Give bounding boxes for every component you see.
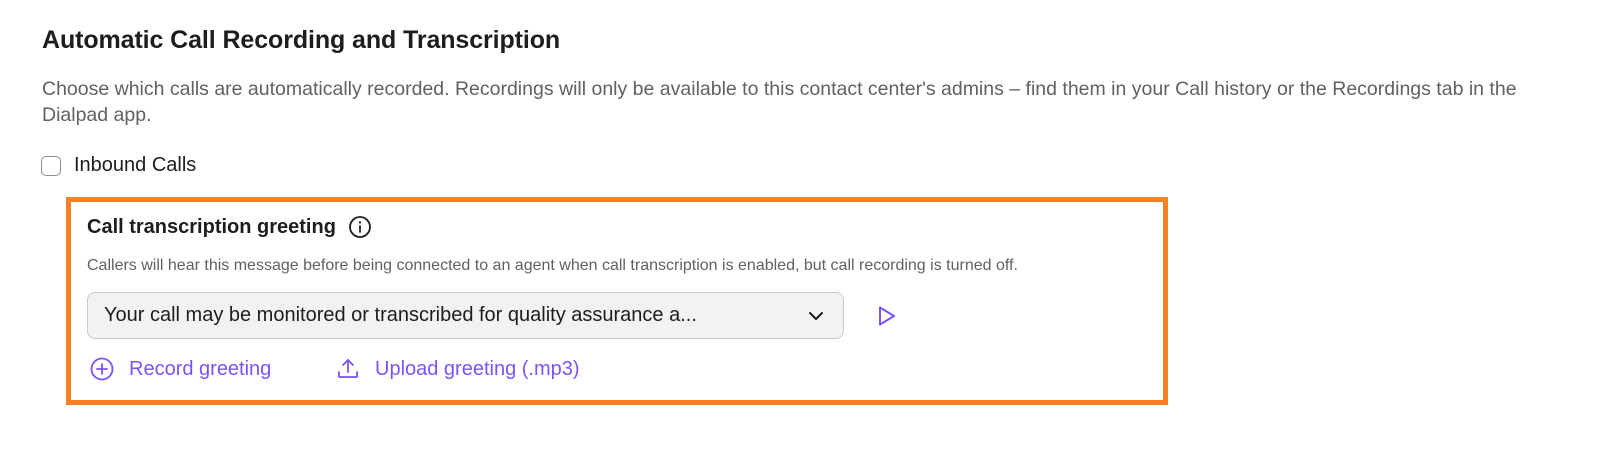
play-greeting-button[interactable] [872, 302, 900, 330]
upload-greeting-button[interactable]: Upload greeting (.mp3) [335, 356, 580, 382]
plus-circle-icon [89, 356, 115, 382]
record-greeting-button[interactable]: Record greeting [89, 356, 271, 382]
upload-greeting-label[interactable]: Upload greeting (.mp3) [375, 358, 580, 381]
greeting-select-value: Your call may be monitored or transcribe… [104, 304, 697, 326]
greeting-select[interactable]: Your call may be monitored or transcribe… [87, 292, 844, 339]
greeting-title: Call transcription greeting [87, 215, 336, 238]
record-greeting-label[interactable]: Record greeting [129, 358, 271, 381]
play-icon [873, 303, 899, 329]
greeting-header: Call transcription greeting [87, 215, 372, 239]
settings-page: Automatic Call Recording and Transcripti… [0, 0, 1600, 457]
upload-icon [335, 356, 361, 382]
greeting-description: Callers will hear this message before be… [87, 257, 1018, 274]
inbound-calls-checkbox[interactable] [41, 155, 61, 176]
chevron-down-icon [805, 305, 827, 327]
section-title: Automatic Call Recording and Transcripti… [42, 26, 561, 54]
inbound-calls-checkbox-row[interactable]: Inbound Calls [41, 154, 196, 177]
section-description: Choose which calls are automatically rec… [42, 78, 1517, 126]
inbound-calls-label[interactable]: Inbound Calls [74, 154, 196, 177]
info-circle-icon[interactable] [348, 215, 372, 239]
